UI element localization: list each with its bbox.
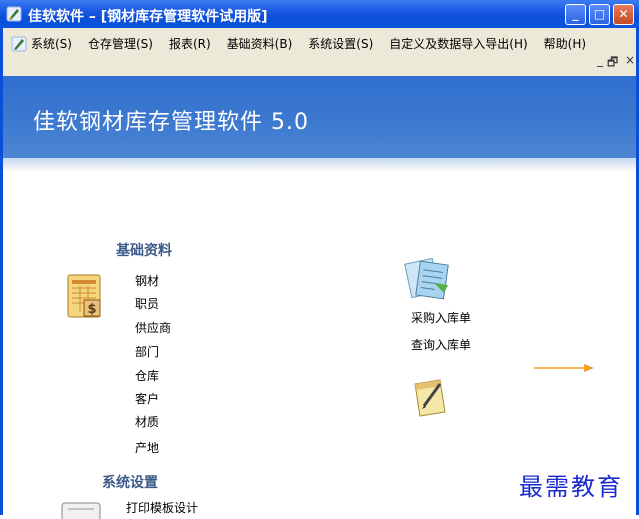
notepad-pen-icon[interactable] — [410, 372, 450, 418]
title-bar[interactable]: 佳软软件 – [钢材库存管理软件试用版] _ □ ✕ — [0, 0, 639, 28]
basic-item-supplier[interactable]: 供应商 — [135, 319, 171, 336]
purchase-stock-in-item[interactable]: 采购入库单 — [411, 309, 471, 326]
ledger-icon[interactable]: $ — [66, 272, 104, 320]
banner: 佳软钢材库存管理软件 5.0 — [3, 76, 636, 158]
menu-bar: 系统(S) 仓存管理(S) 报表(R) 基础资料(B) 系统设置(S) 自定义及… — [0, 28, 639, 76]
app-menu-icon[interactable] — [11, 36, 27, 52]
app-icon — [6, 6, 22, 22]
banner-fade — [3, 158, 636, 172]
query-stock-in-item[interactable]: 查询入库单 — [411, 336, 471, 353]
flow-arrow-icon — [534, 364, 594, 372]
basic-item-staff[interactable]: 职员 — [135, 295, 159, 312]
basic-item-customer[interactable]: 客户 — [135, 390, 159, 407]
minimize-button[interactable]: _ — [565, 4, 586, 25]
print-template-icon[interactable] — [60, 499, 102, 519]
system-settings-title: 系统设置 — [102, 475, 158, 491]
mdi-close-button[interactable]: × — [625, 53, 635, 67]
watermark-text: 最需教育 — [519, 473, 623, 501]
menu-inventory[interactable]: 仓存管理(S) — [88, 35, 153, 52]
banner-title: 佳软钢材库存管理软件 5.0 — [33, 110, 309, 135]
print-template-item[interactable]: 打印模板设计 — [126, 499, 198, 516]
mdi-restore-button[interactable]: 🗗 — [607, 53, 618, 74]
menu-system-settings[interactable]: 系统设置(S) — [308, 35, 373, 52]
basic-item-material[interactable]: 材质 — [135, 413, 159, 430]
basic-item-origin[interactable]: 产地 — [135, 439, 159, 456]
basic-item-warehouse[interactable]: 仓库 — [135, 367, 159, 384]
mdi-minimize-button[interactable]: _ — [597, 53, 603, 67]
basic-data-title: 基础资料 — [116, 243, 172, 259]
menu-help[interactable]: 帮助(H) — [544, 35, 586, 52]
menu-items: 系统(S) 仓存管理(S) 报表(R) 基础资料(B) 系统设置(S) 自定义及… — [31, 35, 586, 52]
menu-custom-import-export[interactable]: 自定义及数据导入导出(H) — [389, 35, 527, 52]
purchase-documents-icon[interactable] — [404, 253, 456, 301]
svg-text:$: $ — [87, 302, 96, 317]
window-title: 佳软软件 – [钢材库存管理软件试用版] — [28, 9, 268, 25]
menu-reports[interactable]: 报表(R) — [169, 35, 211, 52]
basic-item-steel[interactable]: 钢材 — [135, 272, 159, 289]
menu-system[interactable]: 系统(S) — [31, 35, 72, 52]
close-button[interactable]: ✕ — [613, 4, 634, 25]
maximize-button[interactable]: □ — [589, 4, 610, 25]
basic-item-department[interactable]: 部门 — [135, 343, 159, 360]
menu-basic-data[interactable]: 基础资料(B) — [227, 35, 293, 52]
